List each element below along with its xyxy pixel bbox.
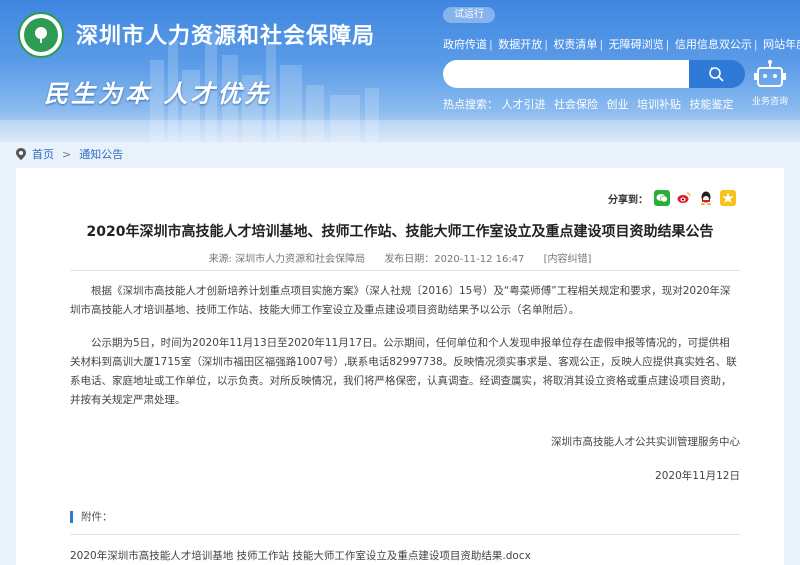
share-label: 分享到： [608,194,648,206]
qq-icon[interactable] [698,190,714,206]
article-sign-date: 2020年11月12日 [655,470,740,482]
article-paragraph-1: 根据《深圳市高技能人才创新培养计划重点项目实施方案》（深人社规〔2016〕15号… [70,285,731,316]
hot-search-label: 热点搜索： [443,98,498,111]
robot-consult-icon[interactable] [752,60,788,90]
article-source: 来源: 深圳市人力资源和社会保障局 [208,254,366,265]
hot-item-skill-appraisal[interactable]: 技能鉴定 [690,98,734,111]
hot-item-social-insurance[interactable]: 社会保险 [554,98,598,111]
attachment-file-link[interactable]: 2020年深圳市高技能人才培训基地 技师工作站 技能大师工作室设立及重点建设项目… [70,548,531,563]
attachment-label: 附件： [70,511,113,523]
wechat-icon[interactable] [654,190,670,206]
top-links: 政府传道| 数据开放| 权责清单| 无障碍浏览| 信用信息双公示| 网站年度报表 [443,36,800,52]
location-pin-icon [16,148,26,160]
article-meta: 来源: 深圳市人力资源和社会保障局 发布日期：2020-11-12 16:47 … [16,250,784,265]
top-link-responsibility-list[interactable]: 权责清单 [553,38,597,51]
consult-label[interactable]: 业务咨询 [752,94,788,107]
share-bar: 分享到： [608,190,736,206]
article-paragraph-2: 公示期为5日，时间为2020年11月13日至2020年11月17日。公示期间，任… [70,337,737,406]
top-link-accessibility[interactable]: 无障碍浏览 [609,38,664,51]
article-card: 分享到： 2020年深圳市高技能人才培训基地、技师工作站、技能大师工作室设立及重… [16,168,784,565]
site-title[interactable]: 深圳市人力资源和社会保障局 [76,18,375,50]
top-link-credit-info[interactable]: 信用信息双公示 [675,38,752,51]
hot-search: 热点搜索： 人才引进 社会保险 创业 培训补贴 技能鉴定 [443,96,739,112]
qzone-icon[interactable] [720,190,736,206]
error-report-link[interactable]: [内容纠错] [544,254,592,265]
top-link-data-open[interactable]: 数据开放 [498,38,542,51]
hot-item-training-subsidy[interactable]: 培训补贴 [637,98,681,111]
article-publish-date: 发布日期：2020-11-12 16:47 [384,254,525,265]
title-divider [70,270,740,271]
breadcrumb: 首页 > 通知公告 [16,146,123,162]
weibo-icon[interactable] [676,190,692,206]
search-input[interactable] [443,60,689,88]
top-link-zhengfu[interactable]: 政府传道 [443,38,487,51]
tree-logo-icon [35,27,47,43]
hot-item-startup[interactable]: 创业 [607,98,629,111]
hot-item-talent[interactable]: 人才引进 [502,98,546,111]
site-header: 深圳市人力资源和社会保障局 民生为本 人才优先 试运行 政府传道 | 数据开放 | … [0,0,800,142]
site-logo[interactable] [18,12,64,58]
search-button[interactable] [689,60,745,88]
breadcrumb-home[interactable]: 首页 [32,146,54,162]
top-link-annual-report[interactable]: 网站年度报表 [763,38,800,51]
breadcrumb-separator: > [62,147,72,161]
site-slogan: 民生为本 人才优先 [44,80,272,108]
breadcrumb-current[interactable]: 通知公告 [79,146,123,162]
trial-run-badge[interactable]: 试运行 [443,7,495,23]
attachment-divider [70,534,740,535]
article-signature: 深圳市高技能人才公共实训管理服务中心 [551,436,740,448]
article-title: 2020年深圳市高技能人才培训基地、技师工作站、技能大师工作室设立及重点建设项目… [86,224,714,240]
search-icon [709,67,724,82]
